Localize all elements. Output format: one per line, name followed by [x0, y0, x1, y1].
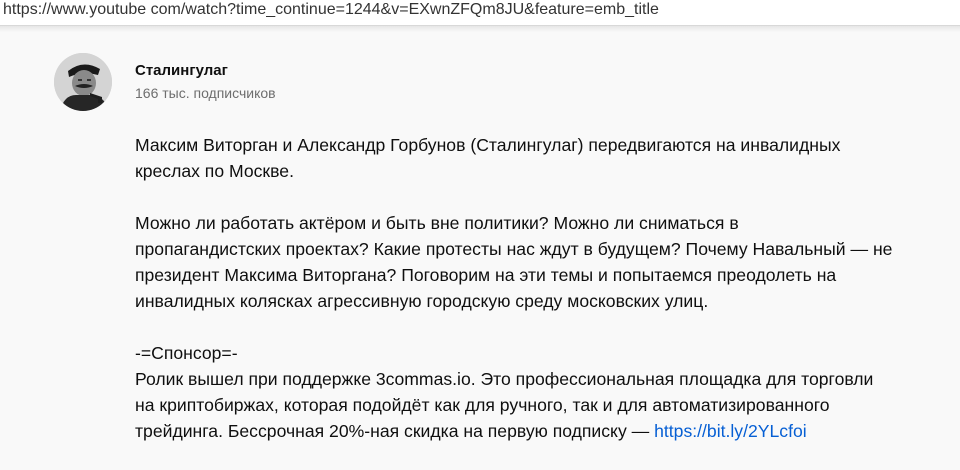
description-line: Можно ли работать актёром и быть вне пол… — [135, 213, 739, 233]
sponsor-link[interactable]: https://bit.ly/2YLcfoi — [654, 421, 807, 441]
description-paragraph-intro: Максим Виторган и Александр Горбунов (Ст… — [135, 132, 935, 184]
description-line-with-link: трейдинга. Бессрочная 20%-ная скидка на … — [135, 418, 935, 444]
description-paragraph-sponsor: -=Спонсор=- Ролик вышел при поддержке 3c… — [135, 340, 935, 444]
description-line: Максим Виторган и Александр Горбунов (Ст… — [135, 135, 841, 155]
description-text: трейдинга. Бессрочная 20%-ная скидка на … — [135, 421, 655, 441]
address-bar[interactable]: https://www.youtube com/watch?time_conti… — [0, 0, 960, 26]
description-line: пропагандистских проектах? Какие протест… — [135, 239, 893, 259]
sponsor-header: -=Спонсор=- — [135, 343, 238, 363]
description-line: на криптобиржах, которая подойдёт как дл… — [135, 395, 830, 415]
header-shadow — [0, 26, 960, 32]
video-description: Максим Виторган и Александр Горбунов (Ст… — [135, 132, 935, 470]
subscriber-count: 166 тыс. подписчиков — [135, 85, 276, 101]
channel-avatar[interactable] — [54, 53, 112, 111]
description-line: Ролик вышел при поддержке 3commas.io. Эт… — [135, 369, 874, 389]
description-paragraph-questions: Можно ли работать актёром и быть вне пол… — [135, 210, 935, 314]
channel-name-link[interactable]: Сталингулаг — [135, 62, 228, 79]
address-url[interactable]: https://www.youtube com/watch?time_conti… — [3, 1, 659, 18]
description-line: инвалидных колясках агрессивную городску… — [135, 291, 709, 311]
description-line: президент Максима Виторгана? Поговорим н… — [135, 265, 837, 285]
avatar-portrait-image — [54, 53, 112, 111]
description-line: креслах по Москве. — [135, 161, 294, 181]
